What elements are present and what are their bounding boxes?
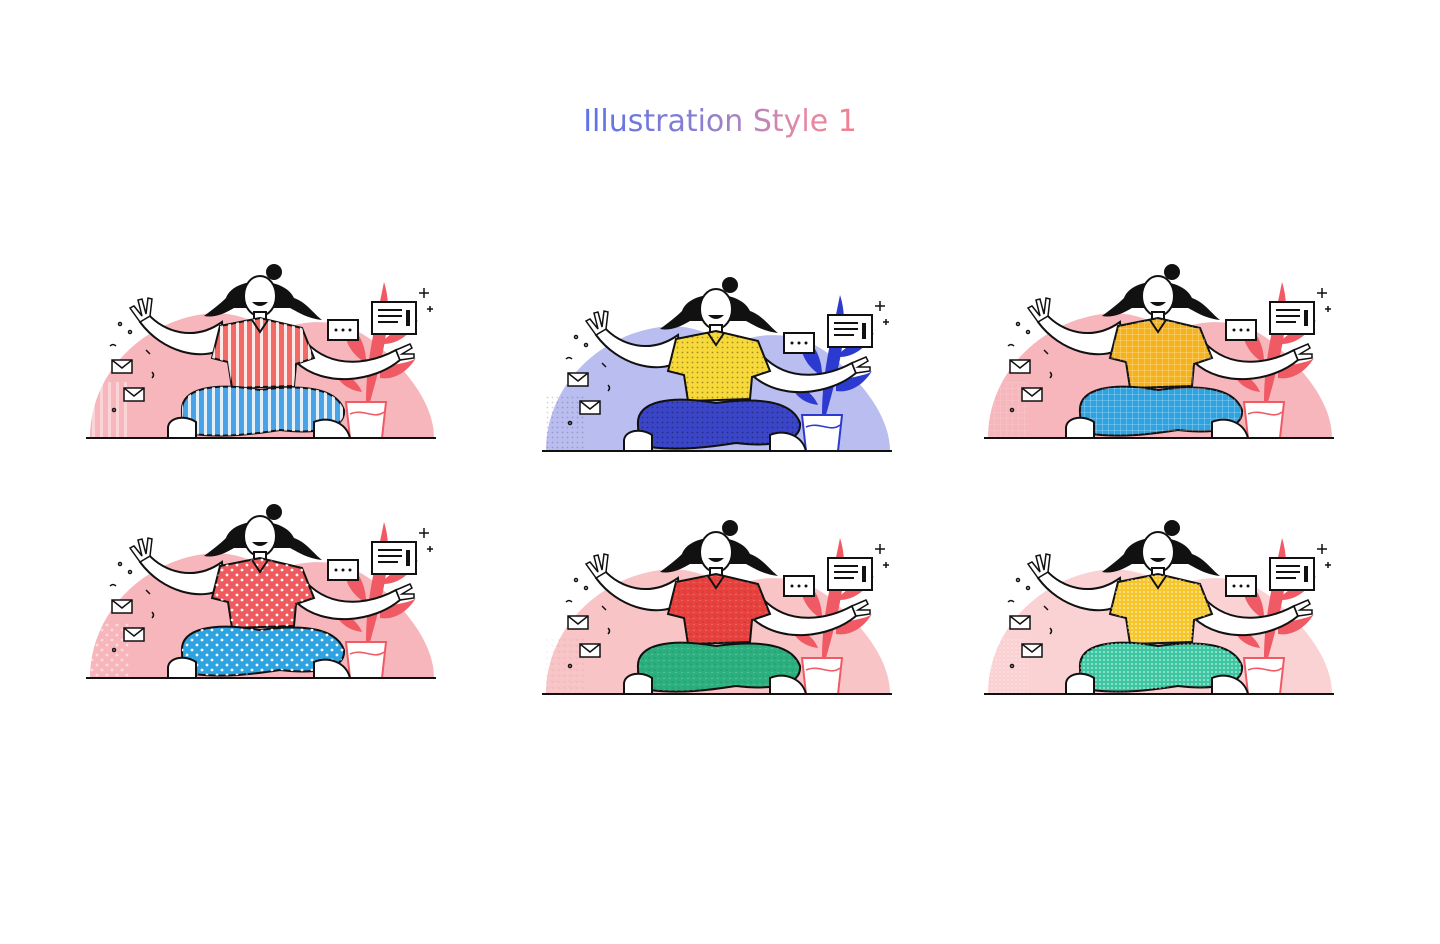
character-face [699, 531, 733, 573]
illustration-variant-4 [84, 502, 444, 692]
chat-bubble [1225, 575, 1257, 597]
plant-pot [800, 414, 844, 452]
plant-pot [800, 657, 844, 695]
chat-bubble [1225, 319, 1257, 341]
document-card [827, 314, 873, 348]
illustration-variant-6 [982, 518, 1342, 708]
chat-bubble [783, 332, 815, 354]
illustration-variant-2 [540, 275, 900, 465]
document-card [1269, 301, 1315, 335]
chat-bubble [327, 319, 359, 341]
document-card [371, 541, 417, 575]
chat-bubble [327, 559, 359, 581]
illustration-svg [86, 264, 436, 439]
document-card [827, 557, 873, 591]
illustration-svg [542, 277, 892, 452]
illustration-svg [984, 520, 1334, 695]
plant-pot [1242, 401, 1286, 439]
illustration-svg [86, 504, 436, 679]
sparkle-icons [1317, 288, 1331, 312]
plant-pot [1242, 657, 1286, 695]
page-title-wrap: Illustration Style 1 [0, 104, 1440, 139]
document-card [371, 301, 417, 335]
sparkle-icons [419, 528, 433, 552]
plant-pot [344, 401, 388, 439]
illustration-variant-1 [84, 262, 444, 452]
illustration-svg [984, 264, 1334, 439]
character-face [243, 275, 277, 317]
sparkle-icons [419, 288, 433, 312]
character-face [1141, 531, 1175, 573]
chat-bubble [783, 575, 815, 597]
illustration-variant-5 [540, 518, 900, 708]
character-face [699, 288, 733, 330]
character-face [1141, 275, 1175, 317]
illustration-variant-3 [982, 262, 1342, 452]
sparkle-icons [875, 301, 889, 325]
document-card [1269, 557, 1315, 591]
page-title: Illustration Style 1 [583, 104, 857, 139]
illustration-svg [542, 520, 892, 695]
character-face [243, 515, 277, 557]
plant-pot [344, 641, 388, 679]
sparkle-icons [875, 544, 889, 568]
sparkle-icons [1317, 544, 1331, 568]
